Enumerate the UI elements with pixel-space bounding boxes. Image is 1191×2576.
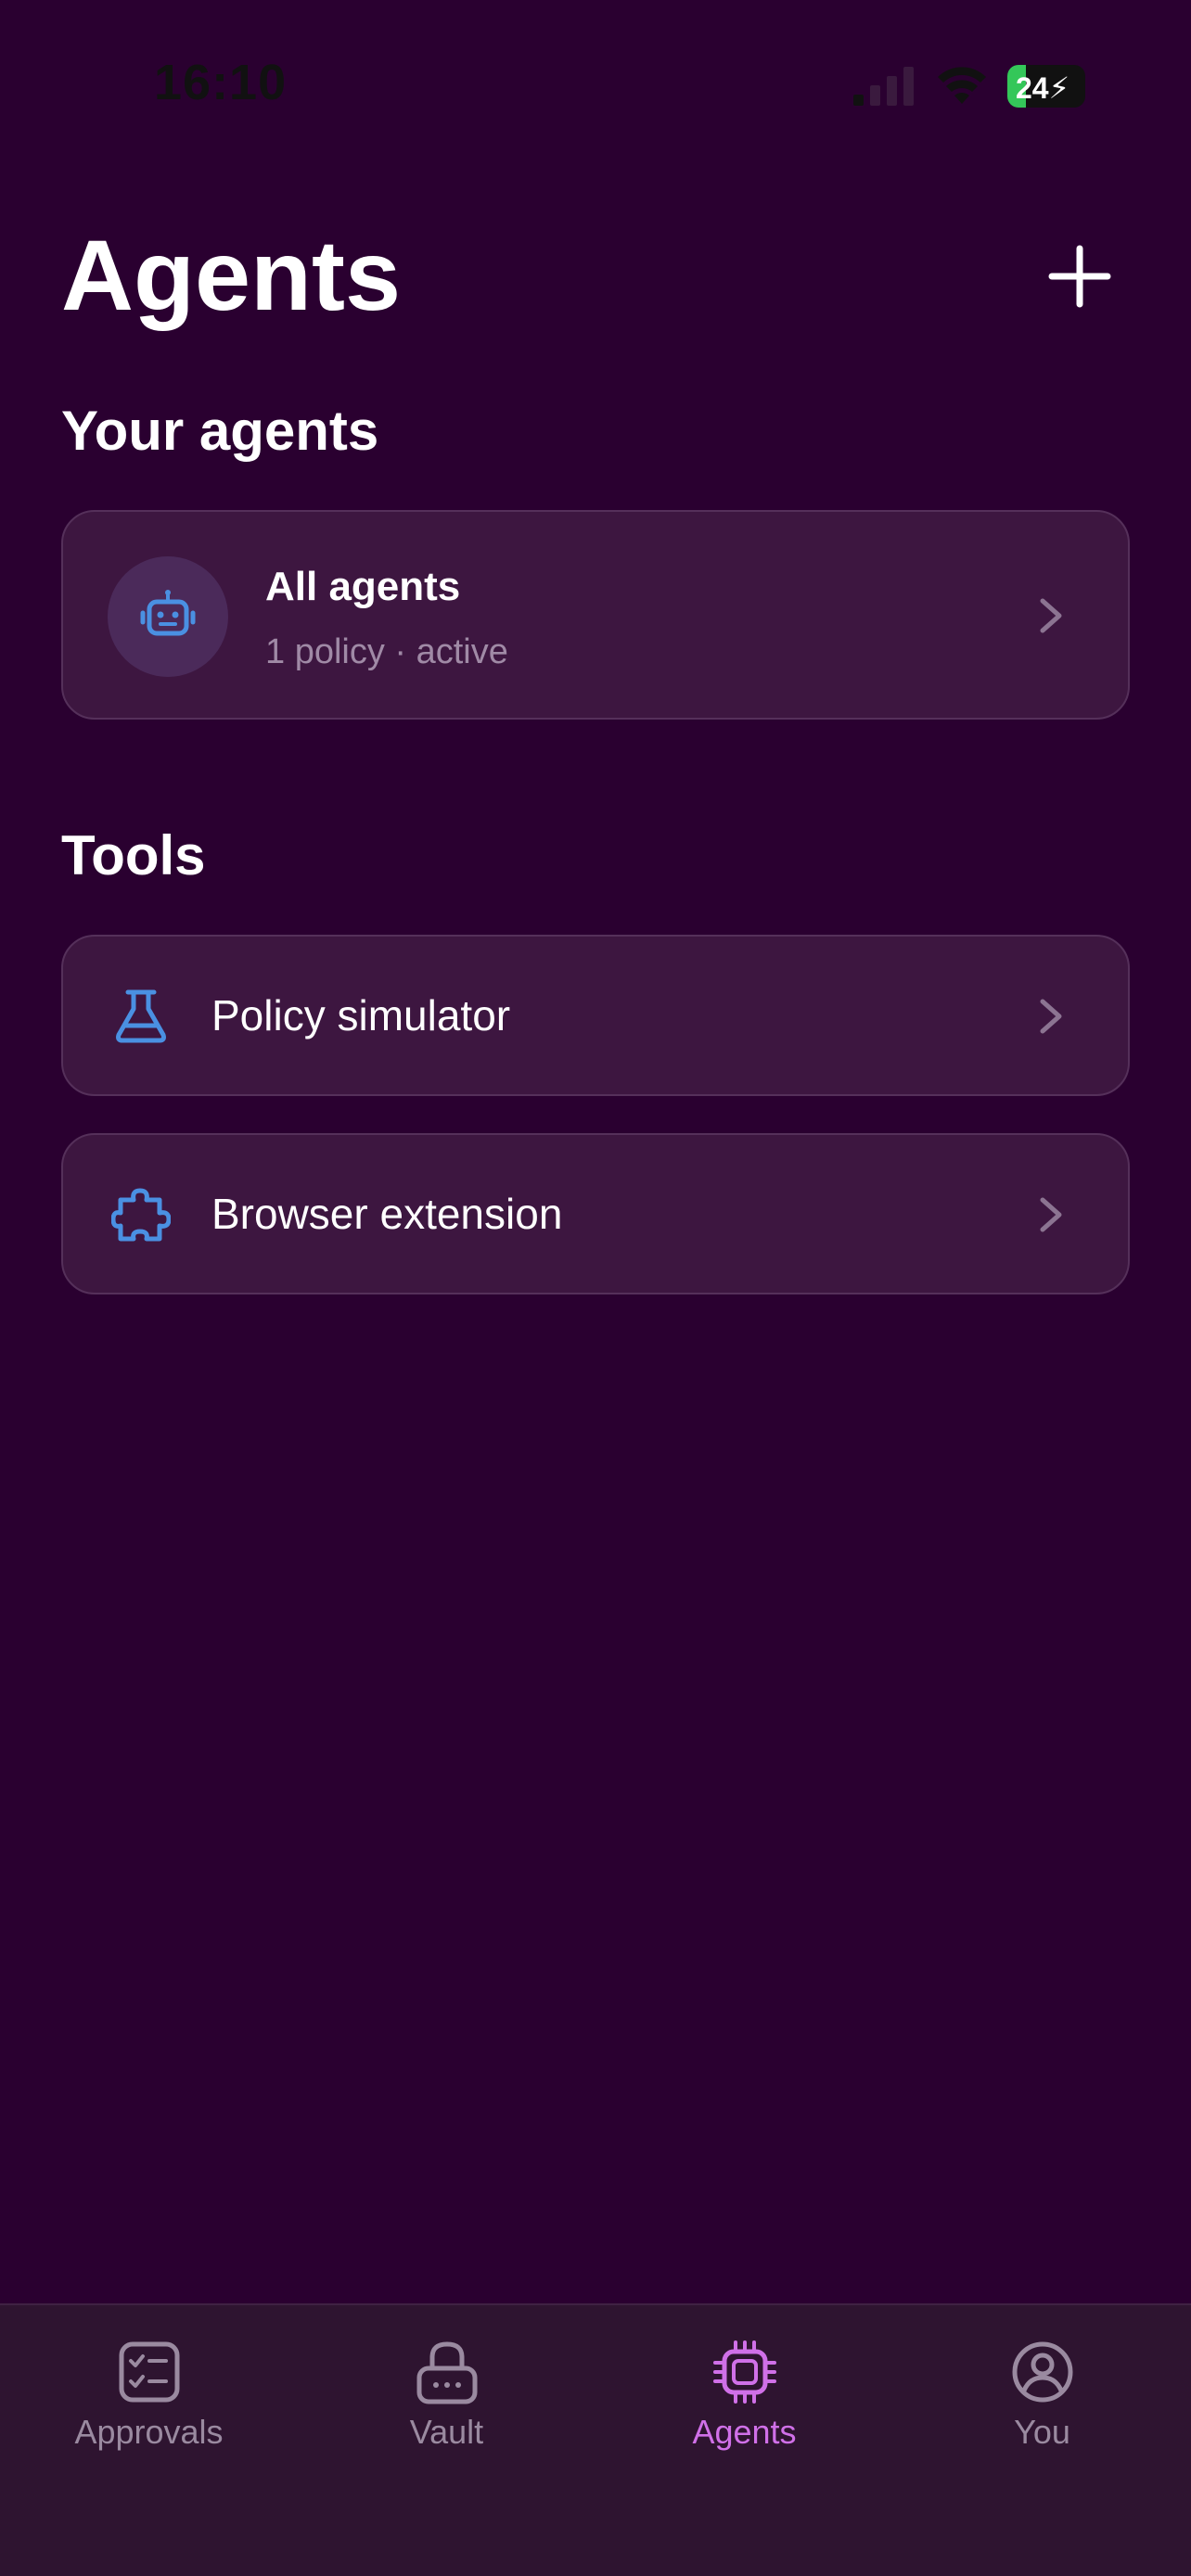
tab-vault[interactable]: Vault xyxy=(298,2339,596,2468)
tool-label: Policy simulator xyxy=(211,991,511,1039)
puzzle-icon xyxy=(111,1188,171,1242)
status-bar: 16:10 24⚡︎ xyxy=(0,0,1191,167)
wifi-icon xyxy=(938,67,986,104)
robot-icon xyxy=(140,590,196,636)
section-title-your-agents: Your agents xyxy=(61,400,379,462)
agent-detail: 1 policy · active xyxy=(265,632,508,671)
tool-label: Browser extension xyxy=(211,1190,563,1238)
chevron-right-icon xyxy=(1040,598,1062,633)
tool-item-browser-extension[interactable]: Browser extension xyxy=(61,1133,1130,1294)
chevron-right-icon xyxy=(1040,1197,1062,1232)
chip-icon xyxy=(712,2340,776,2404)
tab-label: Approvals xyxy=(74,2413,224,2451)
tab-label: Vault xyxy=(409,2413,484,2451)
section-title-tools: Tools xyxy=(61,824,206,886)
tab-agents[interactable]: Agents xyxy=(596,2339,893,2468)
page-title: Agents xyxy=(61,219,402,331)
tab-bar: Approvals Vault Agents You xyxy=(0,2303,1191,2576)
user-icon xyxy=(1012,2341,1072,2403)
tab-approvals[interactable]: Approvals xyxy=(0,2339,298,2468)
tab-label: Agents xyxy=(692,2413,797,2451)
agent-card-all-agents[interactable]: All agents 1 policy · active xyxy=(61,510,1130,720)
status-time: 16:10 xyxy=(154,55,288,110)
cellular-signal-icon xyxy=(853,67,914,106)
checklist-icon xyxy=(119,2341,179,2403)
battery-icon: 24⚡︎ xyxy=(1007,65,1085,108)
agent-avatar xyxy=(108,556,228,677)
battery-percent: 24⚡︎ xyxy=(1015,71,1070,105)
plus-icon[interactable] xyxy=(1044,241,1115,312)
tab-label: You xyxy=(1014,2413,1070,2451)
lock-icon xyxy=(416,2341,477,2404)
tool-item-policy-simulator[interactable]: Policy simulator xyxy=(61,935,1130,1096)
agent-name: All agents xyxy=(265,564,461,609)
chevron-right-icon xyxy=(1040,999,1062,1034)
tab-you[interactable]: You xyxy=(893,2339,1191,2468)
flask-icon xyxy=(116,989,166,1043)
